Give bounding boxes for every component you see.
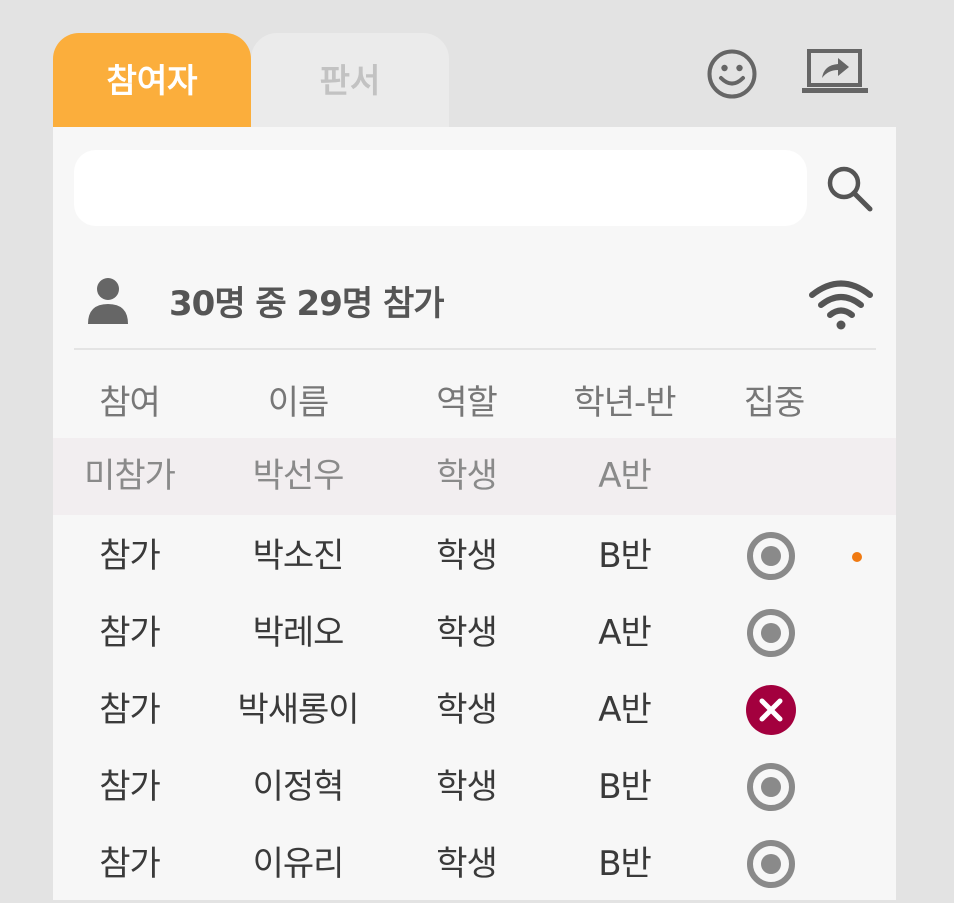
name-cell: 박새롱이 bbox=[237, 690, 359, 730]
status-cell: 미참가 bbox=[84, 456, 176, 496]
role-cell: 학생 bbox=[436, 613, 498, 653]
table-row[interactable]: 미참가 박선우 학생 A반 bbox=[53, 438, 896, 515]
screen-share-icon[interactable] bbox=[800, 48, 870, 100]
name-cell: 박선우 bbox=[252, 456, 345, 496]
header-name[interactable]: 이름 bbox=[206, 365, 390, 442]
role-cell: 학생 bbox=[436, 456, 498, 496]
class-cell: B반 bbox=[598, 844, 652, 884]
status-cell: 참가 bbox=[99, 844, 161, 884]
status-cell: 참가 bbox=[99, 613, 161, 653]
class-cell: A반 bbox=[598, 613, 652, 653]
header-role[interactable]: 역할 bbox=[390, 365, 543, 442]
role-cell: 학생 bbox=[436, 844, 498, 884]
class-cell: A반 bbox=[598, 456, 652, 496]
status-cell: 참가 bbox=[99, 767, 161, 807]
focus-on-icon bbox=[746, 839, 796, 889]
role-cell: 학생 bbox=[436, 767, 498, 807]
search-input[interactable] bbox=[74, 150, 807, 226]
status-cell: 참가 bbox=[99, 690, 161, 730]
class-cell: B반 bbox=[598, 767, 652, 807]
name-cell: 이정혁 bbox=[252, 767, 345, 807]
header-focus[interactable]: 집중 bbox=[723, 365, 825, 442]
class-cell: A반 bbox=[598, 690, 652, 730]
header-class[interactable]: 학년-반 bbox=[543, 365, 706, 442]
focus-off-icon bbox=[746, 685, 796, 735]
name-cell: 박소진 bbox=[252, 536, 345, 576]
focus-on-icon bbox=[746, 762, 796, 812]
role-cell: 학생 bbox=[436, 536, 498, 576]
class-cell: B반 bbox=[598, 536, 652, 576]
table-row[interactable]: 참가 박소진 학생 B반 bbox=[53, 518, 896, 595]
divider bbox=[74, 348, 876, 350]
tab-whiteboard[interactable]: 판서 bbox=[251, 33, 449, 127]
activity-dot bbox=[852, 552, 862, 562]
name-cell: 이유리 bbox=[252, 844, 345, 884]
table-header: 참여 이름 역할 학년-반 집중 bbox=[53, 365, 896, 442]
search-icon[interactable] bbox=[824, 163, 876, 219]
participants-panel: 30명 중 29명 참가 참여 이름 역할 학년-반 집중 미참가 박선우 학생… bbox=[53, 127, 896, 900]
participant-count-text: 30명 중 29명 참가 bbox=[169, 284, 445, 324]
participant-summary: 30명 중 29명 참가 bbox=[53, 262, 896, 342]
tab-participants[interactable]: 참여자 bbox=[53, 33, 251, 127]
role-cell: 학생 bbox=[436, 690, 498, 730]
name-cell: 박레오 bbox=[252, 613, 345, 653]
table-row[interactable]: 참가 이정혁 학생 B반 bbox=[53, 749, 896, 826]
header-status[interactable]: 참여 bbox=[53, 365, 206, 442]
status-cell: 참가 bbox=[99, 536, 161, 576]
table-row[interactable]: 참가 박레오 학생 A반 bbox=[53, 595, 896, 672]
focus-on-icon bbox=[746, 531, 796, 581]
person-icon bbox=[86, 276, 130, 330]
wifi-icon bbox=[806, 274, 876, 334]
smiley-icon[interactable] bbox=[706, 48, 758, 104]
table-row[interactable]: 참가 박새롱이 학생 A반 bbox=[53, 672, 896, 749]
table-row[interactable]: 참가 이유리 학생 B반 bbox=[53, 826, 896, 903]
focus-on-icon bbox=[746, 608, 796, 658]
